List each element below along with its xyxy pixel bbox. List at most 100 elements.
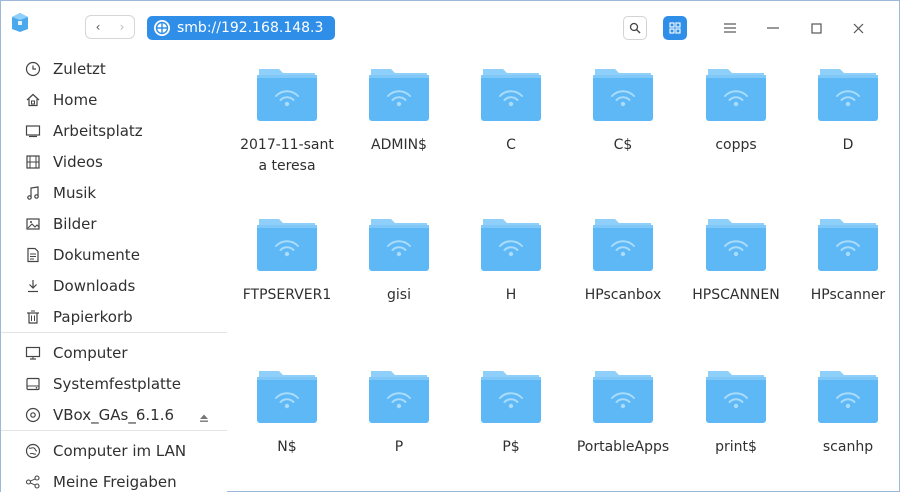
title-bar: ‹ › smb://192.168.148.3 [1, 1, 899, 53]
sidebar-item-meine-freigaben[interactable]: Meine Freigaben [1, 467, 227, 497]
sidebar-item-downloads[interactable]: Downloads [1, 271, 227, 301]
share-folder-item[interactable]: P$ [456, 365, 566, 458]
menu-button[interactable] [718, 16, 742, 40]
search-button[interactable] [623, 16, 647, 40]
minimize-button[interactable] [761, 16, 785, 40]
share-folder-item[interactable]: FTPSERVER1 [232, 213, 342, 306]
address-bar[interactable]: smb://192.168.148.3 [147, 16, 335, 40]
network-folder-icon [818, 69, 878, 121]
share-folder-item[interactable]: print$ [681, 365, 791, 458]
sidebar-item-label: Papierkorb [53, 308, 133, 326]
sidebar-item-dokumente[interactable]: Dokumente [1, 240, 227, 270]
sidebar-item-label: Meine Freigaben [53, 473, 177, 491]
network-folder-icon [481, 219, 541, 271]
folder-label: P [394, 439, 404, 455]
network-folder-icon [257, 69, 317, 121]
trash-icon [25, 309, 41, 325]
sidebar-item-label: Bilder [53, 215, 97, 233]
maximize-button[interactable] [804, 16, 828, 40]
document-icon [25, 247, 41, 263]
sidebar-item-label: Arbeitsplatz [53, 122, 143, 140]
network-folder-icon [481, 69, 541, 121]
disc-icon [25, 407, 41, 423]
network-folder-icon [593, 371, 653, 423]
network-folder-icon [706, 69, 766, 121]
forward-button[interactable]: › [110, 16, 134, 38]
share-folder-item[interactable]: gisi [344, 213, 454, 306]
sidebar-item-arbeitsplatz[interactable]: Arbeitsplatz [1, 116, 227, 146]
sidebar-item-musik[interactable]: Musik [1, 178, 227, 208]
sidebar-item-videos[interactable]: Videos [1, 147, 227, 177]
folder-label: 2017-11-santa teresa [240, 137, 334, 174]
folder-label: FTPSERVER1 [242, 287, 332, 303]
network-folder-icon [593, 219, 653, 271]
sidebar-item-home[interactable]: Home [1, 85, 227, 115]
desktop-icon [25, 123, 41, 139]
folder-label: gisi [387, 287, 411, 303]
sidebar-item-computer[interactable]: Computer [1, 338, 227, 368]
sidebar-item-label: Musik [53, 184, 97, 202]
sidebar-item-label: Downloads [53, 277, 136, 295]
film-icon [25, 154, 41, 170]
share-folder-item[interactable]: ADMIN$ [344, 63, 454, 156]
share-folder-item[interactable]: C [456, 63, 566, 156]
network-folder-icon [369, 69, 429, 121]
share-folder-item[interactable]: HPscanbox [568, 213, 678, 306]
sidebar-item-computer-im-lan[interactable]: Computer im LAN [1, 436, 227, 466]
folder-label: H [505, 287, 517, 303]
sidebar: Zuletzt Home Arbeitsplatz Videos Musik Bilder… [1, 53, 227, 493]
network-folder-icon [818, 371, 878, 423]
share-folder-item[interactable]: PortableApps [568, 365, 678, 458]
back-button[interactable]: ‹ [86, 16, 110, 38]
share-folder-item[interactable]: HPSCANNEN [681, 213, 791, 306]
folder-label: HPscanner [810, 287, 886, 303]
close-button[interactable] [846, 16, 870, 40]
share-folder-item[interactable]: P [344, 365, 454, 458]
icon-view-button[interactable] [663, 16, 687, 40]
monitor-icon [25, 345, 41, 361]
close-icon [853, 23, 863, 33]
network-folder-icon [257, 371, 317, 423]
download-icon [25, 278, 41, 294]
sidebar-item-label: Dokumente [53, 246, 140, 264]
sidebar-item-label: Videos [53, 153, 103, 171]
sidebar-item-label: Home [53, 91, 98, 109]
network-folder-icon [481, 371, 541, 423]
hamburger-menu-icon [724, 23, 736, 33]
folder-label: C$ [613, 137, 633, 153]
folder-label: P$ [502, 439, 520, 455]
app-logo-icon[interactable] [9, 11, 31, 33]
share-folder-item[interactable]: copps [681, 63, 791, 156]
sidebar-item-systemfestplatte[interactable]: Systemfestplatte [1, 369, 227, 399]
network-location-icon [154, 20, 170, 36]
share-folder-item[interactable]: scanhp [793, 365, 902, 458]
sidebar-item-label: Zuletzt [53, 60, 106, 78]
search-icon [629, 22, 641, 34]
sidebar-item-bilder[interactable]: Bilder [1, 209, 227, 239]
eject-icon[interactable] [199, 409, 209, 422]
folder-label: HPscanbox [584, 287, 662, 303]
sidebar-item-papierkorb[interactable]: Papierkorb [1, 302, 227, 332]
sidebar-divider [1, 332, 227, 333]
network-folder-icon [257, 219, 317, 271]
sidebar-item-label: Systemfestplatte [53, 375, 182, 393]
sidebar-item-vbox-gas-6-1-6[interactable]: VBox_GAs_6.1.6 [1, 400, 227, 430]
share-folder-item[interactable]: N$ [232, 365, 342, 458]
file-manager-window: ‹ › smb://192.168.148.3 Zuletzt Home Arb… [0, 0, 902, 493]
sidebar-item-zuletzt[interactable]: Zuletzt [1, 54, 227, 84]
folder-label: scanhp [822, 439, 874, 455]
address-text: smb://192.168.148.3 [177, 20, 324, 36]
share-folder-item[interactable]: 2017-11-santa teresa [232, 63, 342, 177]
home-icon [25, 92, 41, 108]
network-folder-icon [706, 219, 766, 271]
folder-label: PortableApps [576, 439, 670, 455]
share-folder-item[interactable]: D [793, 63, 902, 156]
grid-view-icon [669, 22, 681, 34]
folder-label: ADMIN$ [371, 137, 427, 153]
share-folder-item[interactable]: C$ [568, 63, 678, 156]
network-icon [25, 443, 41, 459]
share-folder-item[interactable]: HPscanner [793, 213, 902, 306]
network-folder-icon [593, 69, 653, 121]
share-folder-item[interactable]: H [456, 213, 566, 306]
music-icon [25, 185, 41, 201]
